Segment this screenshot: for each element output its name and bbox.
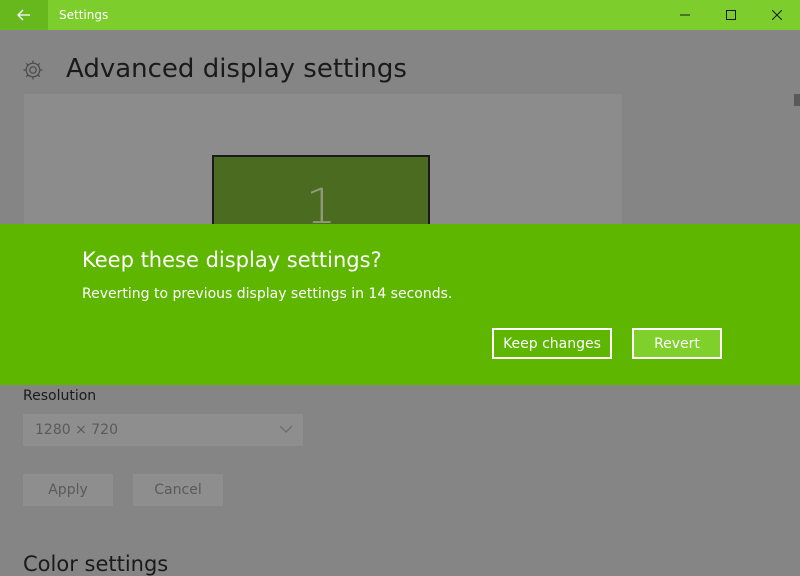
minimize-button[interactable] xyxy=(662,0,708,30)
apply-button[interactable]: Apply xyxy=(23,474,113,506)
revert-button[interactable]: Revert xyxy=(632,328,722,359)
dialog-message: Reverting to previous display settings i… xyxy=(82,286,453,302)
close-button[interactable] xyxy=(754,0,800,30)
color-settings-heading: Color settings xyxy=(23,552,169,576)
display-preview: 1 xyxy=(24,94,622,245)
maximize-icon xyxy=(726,10,736,20)
minimize-icon xyxy=(680,14,690,16)
back-arrow-icon xyxy=(17,9,30,21)
window-controls xyxy=(662,0,800,30)
dialog-title: Keep these display settings? xyxy=(82,248,382,272)
cancel-button[interactable]: Cancel xyxy=(133,474,223,506)
page-title: Advanced display settings xyxy=(66,54,407,84)
gear-icon xyxy=(23,60,43,80)
chevron-down-icon xyxy=(279,425,293,433)
maximize-button[interactable] xyxy=(708,0,754,30)
title-bar: Settings xyxy=(0,0,800,30)
close-icon xyxy=(772,10,782,20)
back-button[interactable] xyxy=(0,0,48,30)
resolution-dropdown[interactable]: 1280 × 720 xyxy=(23,414,303,446)
keep-changes-button[interactable]: Keep changes xyxy=(492,328,612,359)
window-title: Settings xyxy=(59,8,109,22)
keep-settings-dialog: Keep these display settings? Reverting t… xyxy=(0,224,800,385)
resolution-label: Resolution xyxy=(23,388,97,404)
resolution-value: 1280 × 720 xyxy=(35,422,118,438)
scrollbar-thumb[interactable] xyxy=(794,94,800,106)
